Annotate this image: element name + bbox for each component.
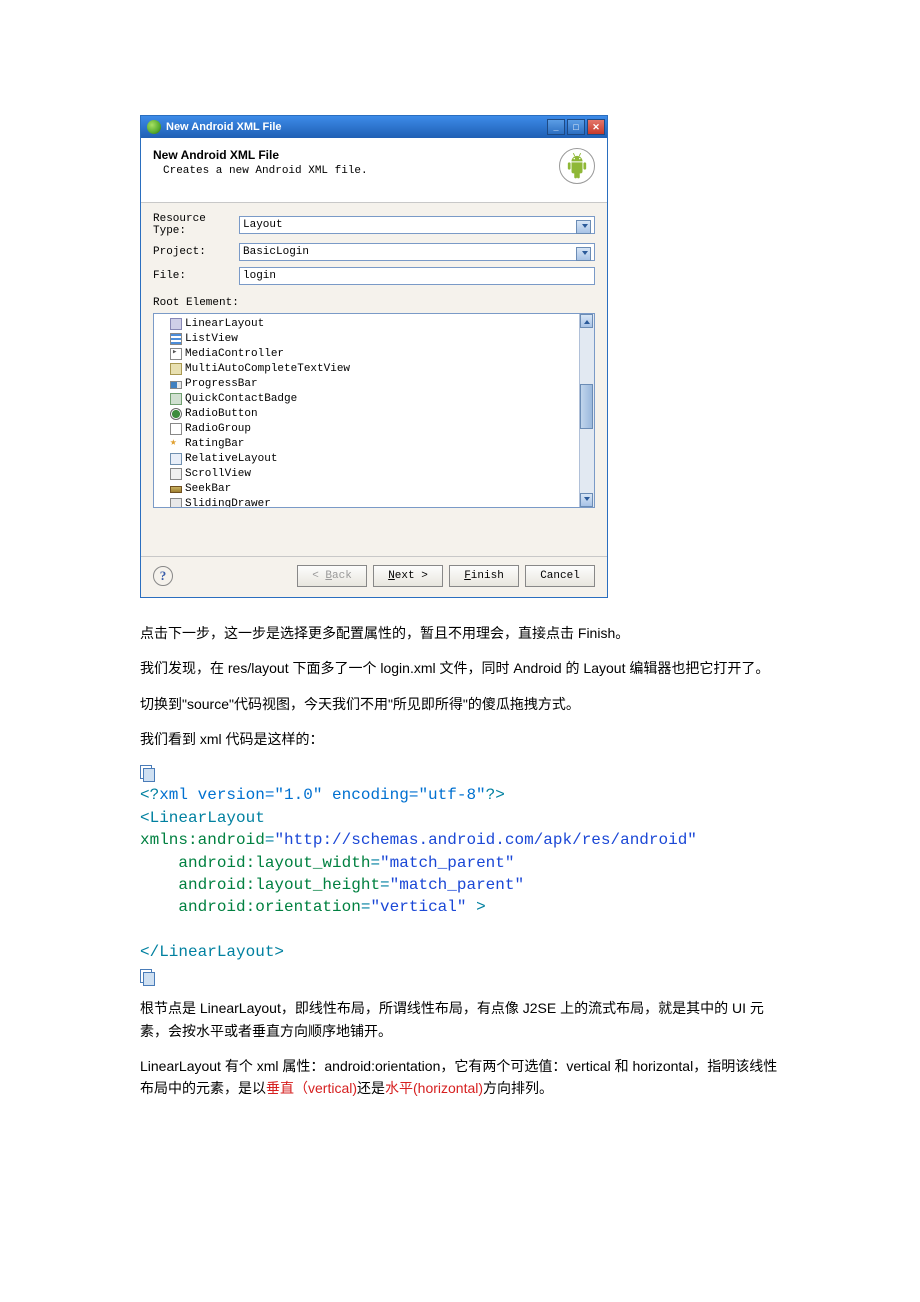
scroll-down-button[interactable] [580, 493, 593, 507]
paragraph: 点击下一步，这一步是选择更多配置属性的，暂且不用理会，直接点击 Finish。 [140, 622, 780, 644]
chevron-down-icon [582, 224, 588, 228]
root-element-listbox[interactable]: LinearLayout ListView MediaController Mu… [153, 313, 595, 508]
paragraph: 根节点是 LinearLayout，即线性布局，所谓线性布局，有点像 J2SE … [140, 997, 780, 1042]
radiogroup-icon [170, 423, 182, 435]
scrollbar[interactable] [579, 314, 594, 507]
next-button[interactable]: Next > [373, 565, 443, 587]
relative-icon [170, 453, 182, 465]
list-item: SeekBar [156, 481, 592, 496]
titlebar-text: New Android XML File [166, 121, 282, 133]
eclipse-icon [147, 120, 161, 134]
list-icon [170, 333, 182, 345]
dialog-title: New Android XML File [153, 148, 559, 162]
list-item: MediaController [156, 346, 592, 361]
list-item: MultiAutoCompleteTextView [156, 361, 592, 376]
button-bar: ? < Back Next > Finish Cancel [141, 556, 607, 597]
back-button[interactable]: < Back [297, 565, 367, 587]
dialog-subtitle: Creates a new Android XML file. [153, 165, 559, 177]
project-select[interactable]: BasicLogin [239, 243, 595, 261]
list-item: SlidingDrawer [156, 496, 592, 508]
list-item: ListView [156, 331, 592, 346]
paragraph: 我们看到 xml 代码是这样的： [140, 728, 780, 750]
scroll-thumb[interactable] [580, 384, 593, 429]
list-item: RadioGroup [156, 421, 592, 436]
root-element-label: Root Element: [141, 295, 607, 311]
help-icon[interactable]: ? [153, 566, 173, 586]
list-item: RadioButton [156, 406, 592, 421]
project-label: Project: [153, 246, 239, 258]
file-value: login [243, 270, 276, 282]
drawer-icon [170, 498, 182, 509]
paragraph: 我们发现，在 res/layout 下面多了一个 login.xml 文件，同时… [140, 657, 780, 679]
list-item: ScrollView [156, 466, 592, 481]
resource-type-label: Resource Type: [153, 213, 239, 237]
dialog-header: New Android XML File Creates a new Andro… [141, 138, 607, 203]
project-value: BasicLogin [243, 246, 309, 258]
code-block: <?xml version="1.0" encoding="utf-8"?> <… [140, 784, 780, 963]
chevron-down-icon [584, 497, 590, 501]
list-item: LinearLayout [156, 316, 592, 331]
paragraph: LinearLayout 有个 xml 属性：android:orientati… [140, 1055, 780, 1100]
new-android-xml-dialog: New Android XML File _ □ ✕ New Android X… [140, 115, 608, 598]
text-icon [170, 363, 182, 375]
copy-icon[interactable] [140, 764, 780, 781]
window-minimize-button[interactable]: _ [547, 119, 565, 135]
list-item: ProgressBar [156, 376, 592, 391]
copy-icon[interactable] [140, 967, 780, 984]
titlebar: New Android XML File _ □ ✕ [141, 116, 607, 138]
cancel-button[interactable]: Cancel [525, 565, 595, 587]
star-icon: ★ [170, 438, 182, 450]
resource-type-select[interactable]: Layout [239, 216, 595, 234]
android-icon [559, 148, 595, 184]
list-item: RelativeLayout [156, 451, 592, 466]
chevron-down-icon [582, 251, 588, 255]
progress-icon [170, 381, 182, 389]
list-item: QuickContactBadge [156, 391, 592, 406]
window-maximize-button[interactable]: □ [567, 119, 585, 135]
scroll-icon [170, 468, 182, 480]
finish-button[interactable]: Finish [449, 565, 519, 587]
list-item: ★RatingBar [156, 436, 592, 451]
layout-icon [170, 318, 182, 330]
radio-icon [170, 408, 182, 420]
file-label: File: [153, 270, 239, 282]
form: Resource Type: Layout Project: BasicLogi… [141, 203, 607, 295]
seekbar-icon [170, 486, 182, 493]
badge-icon [170, 393, 182, 405]
chevron-up-icon [584, 320, 590, 324]
file-input[interactable]: login [239, 267, 595, 285]
media-icon [170, 348, 182, 360]
scroll-up-button[interactable] [580, 314, 593, 328]
resource-type-value: Layout [243, 219, 283, 231]
window-close-button[interactable]: ✕ [587, 119, 605, 135]
paragraph: 切换到"source"代码视图，今天我们不用"所见即所得"的傻瓜拖拽方式。 [140, 693, 780, 715]
